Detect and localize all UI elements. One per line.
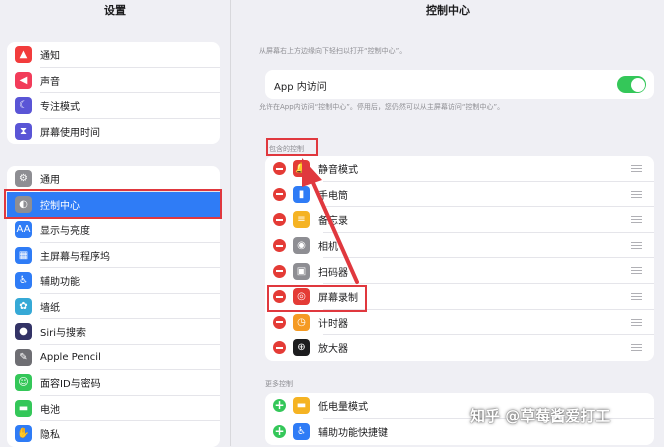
control-center-pane: 控制中心 从屏幕右上方边缘向下轻扫以打开“控制中心”。 App 内访问 允许在A… <box>232 0 664 446</box>
sidebar-item-hourglass[interactable]: ⧗ 屏幕使用时间 <box>7 119 220 145</box>
sidebar-item-label: 主屏幕与程序坞 <box>40 251 110 263</box>
sidebar-item-gear[interactable]: ⚙ 通用 <box>7 166 220 192</box>
battery-icon: ▬ <box>15 399 32 417</box>
settings-sidebar: 设置 ▲ 通知 ◀ 声音 ☾ 专注模式 ⧗ 屏幕使用时间 ⚙ 通用 ◐ 控制中心 AA 显示与亮度 ▦ 主屏… <box>0 0 231 447</box>
hourglass-icon: ⧗ <box>15 122 32 140</box>
sidebar-item-battery[interactable]: ▬ 电池 <box>7 396 220 422</box>
sidebar-item-label: 面容ID与密码 <box>40 379 101 391</box>
sidebar-item-siri[interactable]: ● Siri与搜索 <box>7 319 220 345</box>
sidebar-item-label: 通知 <box>40 51 60 63</box>
siri-icon: ● <box>15 323 32 341</box>
sidebar-item-label: 电池 <box>40 404 60 416</box>
sidebar-item-label: Apple Pencil <box>40 351 101 363</box>
sidebar-item-accessibility[interactable]: ♿ 辅助功能 <box>7 268 220 294</box>
highlight-box-control-center <box>4 189 222 219</box>
hand-icon: ✋ <box>15 425 32 443</box>
sidebar-item-speaker[interactable]: ◀ 声音 <box>7 68 220 94</box>
grid-icon: ▦ <box>15 246 32 264</box>
gear-icon: ⚙ <box>15 170 32 188</box>
annotation-arrow <box>302 158 359 284</box>
watermark: 知乎 @草莓酱爱打工 <box>470 407 611 425</box>
text-size-icon: AA <box>15 221 32 239</box>
sidebar-item-label: 专注模式 <box>40 102 80 114</box>
sidebar-item-bell[interactable]: ▲ 通知 <box>7 42 220 68</box>
sidebar-item-label: 屏幕使用时间 <box>40 127 100 139</box>
sidebar-item-label: 显示与亮度 <box>40 226 90 238</box>
sidebar-item-label: 辅助功能 <box>40 277 80 289</box>
sidebar-item-label: 通用 <box>40 175 60 187</box>
sidebar-item-grid[interactable]: ▦ 主屏幕与程序坞 <box>7 243 220 269</box>
sidebar-item-label: 墙纸 <box>40 302 60 314</box>
sidebar-item-pencil[interactable]: ✎ Apple Pencil <box>7 345 220 371</box>
sidebar-item-label: Siri与搜索 <box>40 328 87 340</box>
bell-icon: ▲ <box>15 46 32 64</box>
accessibility-icon: ♿ <box>15 272 32 290</box>
settings-group-notifications: ▲ 通知 ◀ 声音 ☾ 专注模式 ⧗ 屏幕使用时间 <box>7 42 220 144</box>
speaker-icon: ◀ <box>15 71 32 89</box>
faceid-icon: ☺ <box>15 374 32 392</box>
sidebar-item-moon[interactable]: ☾ 专注模式 <box>7 93 220 119</box>
flower-icon: ✿ <box>15 297 32 315</box>
moon-icon: ☾ <box>15 97 32 115</box>
sidebar-item-label: 隐私 <box>40 430 60 442</box>
sidebar-item-faceid[interactable]: ☺ 面容ID与密码 <box>7 370 220 396</box>
sidebar-title: 设置 <box>104 4 126 17</box>
pencil-icon: ✎ <box>15 348 32 366</box>
sidebar-item-hand[interactable]: ✋ 隐私 <box>7 421 220 447</box>
sidebar-item-label: 声音 <box>40 76 60 88</box>
sidebar-item-flower[interactable]: ✿ 墙纸 <box>7 294 220 320</box>
sidebar-item-text-size[interactable]: AA 显示与亮度 <box>7 217 220 243</box>
